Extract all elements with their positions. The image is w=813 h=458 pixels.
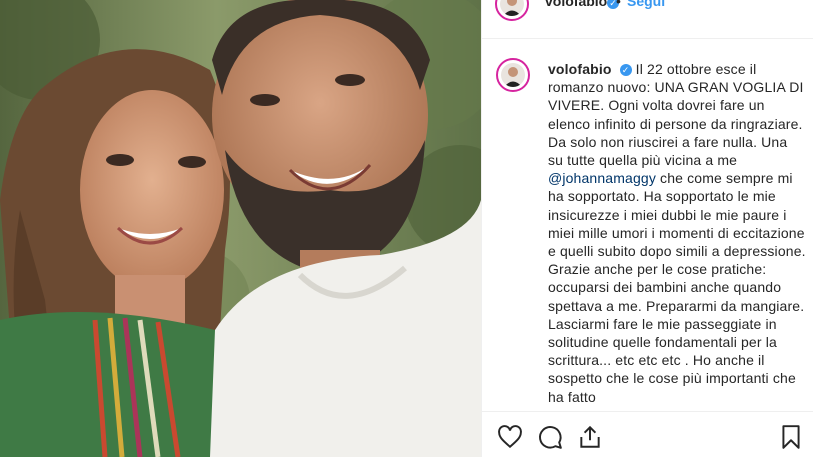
avatar-photo — [500, 0, 524, 16]
share-icon[interactable] — [577, 424, 605, 452]
selfie-image — [0, 0, 481, 457]
caption-avatar[interactable] — [496, 58, 530, 92]
caption-text-intro: Il 22 ottobre esce il romanzo nuovo: UNA… — [548, 61, 804, 169]
bookmark-icon[interactable] — [778, 424, 806, 452]
caption-text-rest: che come sempre mi ha sopportato. Ha sop… — [548, 170, 806, 405]
separator-dot: • — [616, 0, 621, 9]
avatar-photo — [501, 63, 525, 87]
post-photo[interactable] — [0, 0, 481, 457]
post-header: volofabio ✓ • Segui — [482, 0, 813, 39]
post-side-panel: volofabio ✓ • Segui volofabio ✓ Il 22 ot… — [481, 0, 813, 457]
follow-button[interactable]: Segui — [627, 0, 665, 9]
verified-badge-icon: ✓ — [619, 64, 632, 76]
header-username[interactable]: volofabio — [545, 0, 607, 9]
caption-mention-link[interactable]: @johannamaggy — [548, 170, 656, 186]
heart-icon[interactable] — [497, 424, 525, 452]
post-caption: volofabio ✓ Il 22 ottobre esce il romanz… — [548, 60, 806, 406]
caption-username[interactable]: volofabio — [548, 61, 612, 77]
comment-icon[interactable] — [537, 424, 565, 452]
action-bar — [482, 411, 813, 458]
caption-area: volofabio ✓ Il 22 ottobre esce il romanz… — [496, 58, 808, 408]
header-avatar[interactable] — [495, 0, 529, 21]
